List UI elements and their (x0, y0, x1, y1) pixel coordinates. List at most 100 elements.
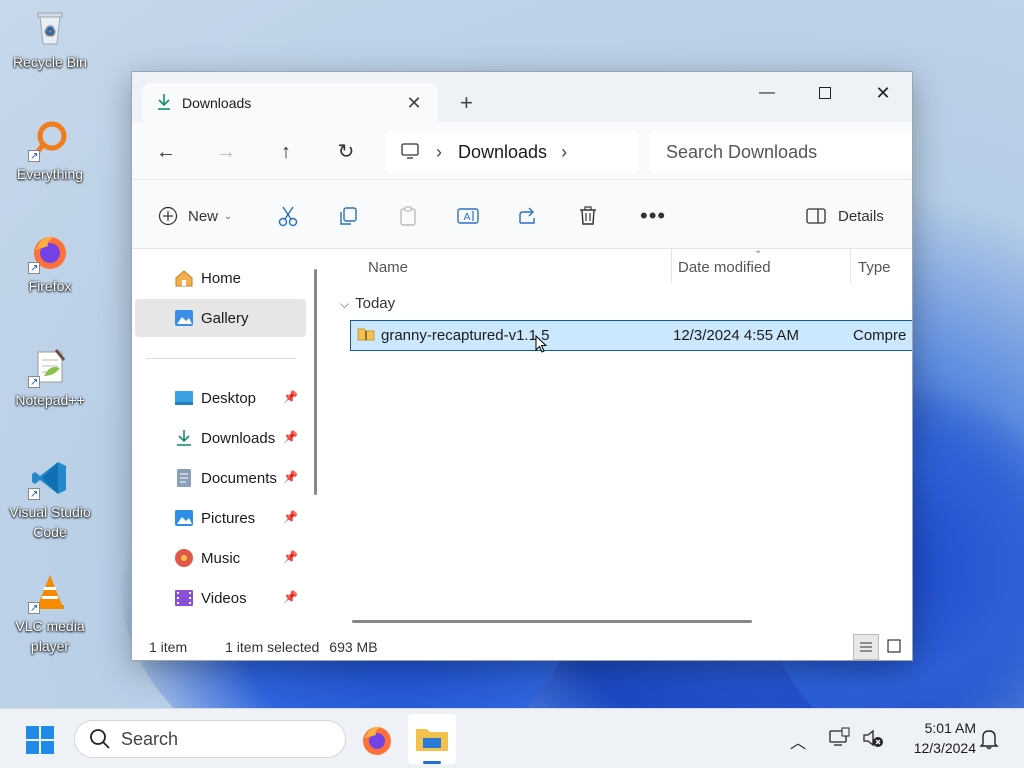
document-icon (177, 469, 191, 487)
search-input[interactable]: Search Downloads (650, 131, 912, 173)
copy-button[interactable] (338, 203, 358, 229)
breadcrumb-downloads[interactable]: Downloads (458, 142, 547, 163)
desktop-icon-vscode[interactable]: Visual Studio Code (2, 458, 98, 542)
selection-count: 1 item selected (225, 639, 320, 655)
minimize-button[interactable]: — (744, 77, 790, 109)
sidebar-scrollbar[interactable] (314, 269, 317, 495)
shortcut-arrow-icon (28, 485, 40, 505)
clock-date: 12/3/2024 (913, 740, 976, 756)
shortcut-arrow-icon (28, 373, 40, 393)
share-button[interactable] (517, 203, 539, 229)
sidebar-item-desktop[interactable]: Desktop 📌 (135, 379, 306, 417)
file-type: Compre (853, 327, 907, 344)
group-header-today[interactable]: ⌵ Today (340, 295, 395, 312)
tab-title: Downloads (182, 95, 252, 111)
trash-icon (580, 206, 596, 225)
mouse-cursor-icon (535, 334, 548, 356)
new-button[interactable]: New ⌄ (158, 203, 232, 229)
sidebar-item-label: Documents (201, 469, 277, 487)
firefox-icon (28, 232, 70, 279)
address-bar[interactable]: › Downloads › (386, 131, 638, 173)
recycle-bin-icon: ♻ (30, 8, 70, 48)
desktop-icon-notepadpp[interactable]: Notepad++ (2, 346, 98, 410)
pin-icon: 📌 (283, 590, 298, 604)
taskbar-search[interactable]: Search (74, 720, 346, 758)
volume-muted-icon[interactable] (862, 727, 884, 752)
breadcrumb-chevron-icon[interactable]: › (561, 142, 567, 163)
close-window-button[interactable]: ✕ (860, 77, 906, 109)
file-explorer-window: Downloads ✕ + — ✕ ← → ↑ ↻ › Downloads › … (131, 71, 913, 661)
desktop-icon-recycle-bin[interactable]: ♻ Recycle Bin (2, 8, 98, 72)
refresh-button[interactable]: ↻ (331, 137, 361, 167)
thumbnail-view-button[interactable] (882, 634, 908, 660)
network-icon[interactable] (828, 727, 850, 752)
taskbar-file-explorer[interactable] (408, 714, 456, 764)
details-view-button[interactable] (853, 634, 879, 660)
breadcrumb-chevron-icon[interactable]: › (436, 142, 442, 163)
sidebar-item-downloads[interactable]: Downloads 📌 (135, 419, 306, 457)
zip-folder-icon (357, 326, 375, 346)
horizontal-scrollbar[interactable] (352, 620, 752, 623)
status-bar: 1 item 1 item selected 693 MB (132, 632, 912, 660)
sidebar-item-label: Videos (201, 589, 247, 607)
sidebar-item-documents[interactable]: Documents 📌 (135, 459, 306, 497)
sidebar-item-home[interactable]: Home (135, 259, 306, 297)
navigation-bar: ← → ↑ ↻ › Downloads › Search Downloads (132, 122, 912, 180)
vscode-icon (28, 458, 70, 505)
sidebar-item-music[interactable]: Music 📌 (135, 539, 306, 577)
desktop-icon-label: Recycle Bin (13, 54, 87, 70)
taskbar-firefox[interactable] (360, 723, 394, 757)
file-name: granny-recaptured-v1.1.5 (381, 327, 550, 344)
rename-icon: A (457, 208, 479, 224)
desktop-icon-vlc[interactable]: VLC media player (2, 572, 98, 656)
delete-button[interactable] (578, 203, 598, 229)
rename-button[interactable]: A (457, 203, 479, 229)
details-pane-button[interactable]: Details (806, 203, 884, 229)
close-tab-icon[interactable]: ✕ (404, 93, 424, 114)
download-icon (177, 430, 191, 446)
pin-icon: 📌 (283, 470, 298, 484)
file-row[interactable]: granny-recaptured-v1.1.5 12/3/2024 4:55 … (350, 320, 912, 351)
sidebar-item-label: Gallery (201, 309, 249, 327)
desktop-icon-label: Notepad++ (15, 392, 85, 408)
desktop-icon-everything[interactable]: Everything (2, 120, 98, 184)
svg-text:A: A (464, 212, 471, 223)
shortcut-arrow-icon (28, 599, 40, 619)
show-hidden-icons-button[interactable]: ︿ (790, 729, 806, 753)
desktop-icon-firefox[interactable]: Firefox (2, 232, 98, 296)
desktop-folder-icon (175, 391, 193, 405)
details-pane-icon (806, 208, 826, 224)
start-button[interactable] (24, 724, 56, 756)
search-icon (90, 729, 110, 749)
selection-size: 693 MB (329, 639, 378, 655)
column-header-date[interactable]: Date modified (678, 259, 771, 276)
paste-button[interactable] (398, 203, 418, 229)
chevron-down-icon: ⌄ (224, 210, 233, 222)
tab-downloads[interactable]: Downloads ✕ (142, 83, 438, 123)
notifications-bell-icon[interactable] (979, 728, 999, 753)
more-options-button[interactable]: ••• (640, 203, 666, 229)
sidebar-item-label: Music (201, 549, 241, 567)
taskbar-clock[interactable]: 5:01 AM 12/3/2024 (896, 718, 976, 758)
file-date: 12/3/2024 4:55 AM (673, 327, 799, 344)
sidebar-item-pictures[interactable]: Pictures 📌 (135, 499, 306, 537)
pictures-icon (175, 510, 193, 526)
sort-indicator-icon: ⌄ (754, 245, 763, 256)
new-tab-button[interactable]: + (460, 90, 473, 116)
cut-button[interactable] (278, 203, 298, 229)
up-button[interactable]: ↑ (271, 137, 301, 167)
sidebar-item-gallery[interactable]: Gallery (135, 299, 306, 337)
column-divider[interactable] (850, 249, 851, 283)
column-header-name[interactable]: Name (368, 259, 408, 276)
item-count: 1 item (149, 639, 188, 655)
videos-icon (175, 590, 193, 606)
maximize-button[interactable] (802, 77, 848, 109)
back-button[interactable]: ← (151, 137, 181, 167)
svg-text:♻: ♻ (45, 24, 56, 38)
chevron-down-icon: ⌵ (340, 297, 350, 311)
sidebar-item-videos[interactable]: Videos 📌 (135, 579, 306, 617)
column-header-type[interactable]: Type (858, 259, 891, 276)
pin-icon: 📌 (283, 550, 298, 564)
column-divider[interactable] (671, 249, 672, 283)
forward-button[interactable]: → (211, 137, 241, 167)
